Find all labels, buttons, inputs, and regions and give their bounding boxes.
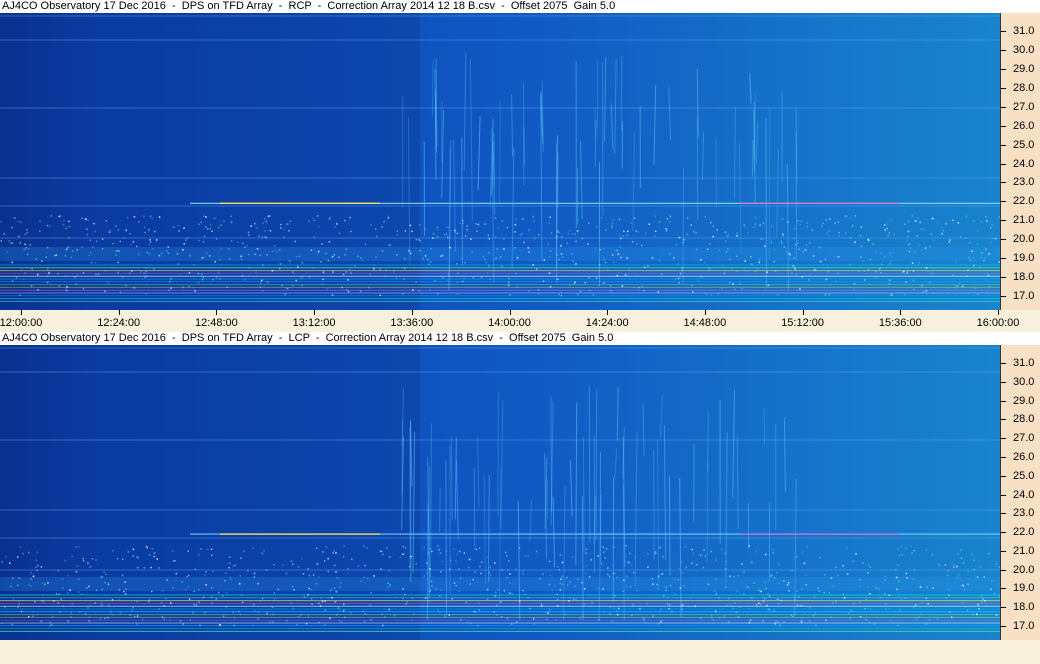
frequency-scale: 31.0 30.0 29.0 28.0 27.0 26.0 25.0 24.0 23.0 22.0… [1000, 345, 1040, 640]
frequency-label: 19.0 [1013, 252, 1035, 265]
frequency-tick [1001, 87, 1006, 89]
time-label: 13:36:00 [390, 317, 434, 329]
frequency-tick [1001, 144, 1006, 146]
frequency-label: 26.0 [1013, 450, 1035, 463]
frequency-tick [1001, 106, 1006, 108]
time-label: 12:00:00 [0, 317, 43, 329]
time-label: 14:48:00 [683, 317, 727, 329]
time-label: 15:36:00 [878, 317, 922, 329]
frequency-tick [1001, 569, 1006, 571]
frequency-tick [1001, 607, 1006, 609]
frequency-tick [1001, 456, 1006, 458]
frequency-label: 29.0 [1013, 394, 1035, 407]
time-tick [314, 310, 316, 315]
frequency-label: 18.0 [1013, 271, 1035, 284]
frequency-tick [1001, 125, 1006, 127]
time-tick [998, 310, 999, 315]
rcp-panel: AJ4CO Observatory 17 Dec 2016 - DPS on T… [0, 0, 1040, 332]
time-tick [802, 310, 804, 315]
frequency-label: 22.0 [1013, 195, 1035, 208]
frequency-tick [1001, 258, 1006, 260]
time-tick [411, 310, 413, 315]
frequency-tick [1001, 220, 1006, 222]
panel-title: AJ4CO Observatory 17 Dec 2016 - DPS on T… [0, 332, 1040, 345]
frequency-tick [1001, 494, 1006, 496]
frequency-tick [1001, 550, 1006, 552]
frequency-tick [1001, 239, 1006, 241]
frequency-label: 21.0 [1013, 544, 1035, 557]
frequency-label: 23.0 [1013, 507, 1035, 520]
frequency-tick [1001, 182, 1006, 184]
frequency-label: 30.0 [1013, 43, 1035, 56]
frequency-tick [1001, 381, 1006, 383]
frequency-tick [1001, 31, 1006, 32]
time-label: 16:00:00 [976, 317, 1020, 329]
frequency-label: 28.0 [1013, 413, 1035, 426]
time-tick [607, 310, 609, 315]
frequency-label: 28.0 [1013, 81, 1035, 94]
frequency-tick [1001, 475, 1006, 477]
frequency-label: 24.0 [1013, 488, 1035, 501]
time-tick [704, 310, 706, 315]
frequency-tick [1001, 513, 1006, 515]
frequency-tick [1001, 626, 1006, 627]
frequency-tick [1001, 588, 1006, 590]
frequency-label: 24.0 [1013, 157, 1035, 170]
time-axis [0, 640, 1040, 664]
panel-title: AJ4CO Observatory 17 Dec 2016 - DPS on T… [0, 0, 1040, 13]
frequency-label: 30.0 [1013, 375, 1035, 388]
frequency-label: 29.0 [1013, 62, 1035, 75]
time-tick [216, 310, 218, 315]
time-label: 15:12:00 [781, 317, 825, 329]
frequency-label: 22.0 [1013, 526, 1035, 539]
frequency-label: 26.0 [1013, 119, 1035, 132]
time-label: 14:24:00 [585, 317, 629, 329]
frequency-tick [1001, 400, 1006, 402]
frequency-label: 31.0 [1013, 25, 1035, 37]
frequency-tick [1001, 163, 1006, 165]
frequency-tick [1001, 419, 1006, 421]
spectrogram-overlay [0, 13, 1000, 310]
frequency-tick [1001, 277, 1006, 279]
time-tick [118, 310, 120, 315]
frequency-label: 17.0 [1013, 290, 1035, 302]
time-axis: 12:00:00 12:24:00 12:48:00 13:12:00 13:36:00… [0, 310, 1040, 332]
frequency-tick [1001, 201, 1006, 203]
frequency-label: 18.0 [1013, 601, 1035, 614]
frequency-tick [1001, 49, 1006, 51]
frequency-label: 27.0 [1013, 100, 1035, 113]
time-label: 12:24:00 [97, 317, 141, 329]
frequency-label: 23.0 [1013, 176, 1035, 189]
frequency-label: 20.0 [1013, 563, 1035, 576]
frequency-label: 20.0 [1013, 233, 1035, 246]
spectrogram-lcp [0, 345, 1000, 640]
spectrogram-overlay [0, 345, 1000, 640]
frequency-tick [1001, 68, 1006, 70]
frequency-label: 19.0 [1013, 582, 1035, 595]
time-tick [900, 310, 902, 315]
frequency-label: 17.0 [1013, 620, 1035, 632]
frequency-label: 27.0 [1013, 432, 1035, 445]
time-tick [509, 310, 511, 315]
time-label: 13:12:00 [292, 317, 336, 329]
time-label: 14:00:00 [488, 317, 531, 329]
frequency-label: 25.0 [1013, 469, 1035, 482]
frequency-tick [1001, 438, 1006, 440]
spectrogram-rcp [0, 13, 1000, 310]
lcp-panel: AJ4CO Observatory 17 Dec 2016 - DPS on T… [0, 332, 1040, 664]
frequency-tick [1001, 296, 1006, 297]
frequency-tick [1001, 363, 1006, 364]
frequency-tick [1001, 532, 1006, 534]
time-tick [21, 310, 22, 315]
frequency-label: 31.0 [1013, 357, 1035, 369]
frequency-scale: 31.0 30.0 29.0 28.0 27.0 26.0 25.0 24.0 23.0 22.0… [1000, 13, 1040, 310]
frequency-label: 25.0 [1013, 138, 1035, 151]
frequency-label: 21.0 [1013, 214, 1035, 227]
time-label: 12:48:00 [194, 317, 238, 329]
